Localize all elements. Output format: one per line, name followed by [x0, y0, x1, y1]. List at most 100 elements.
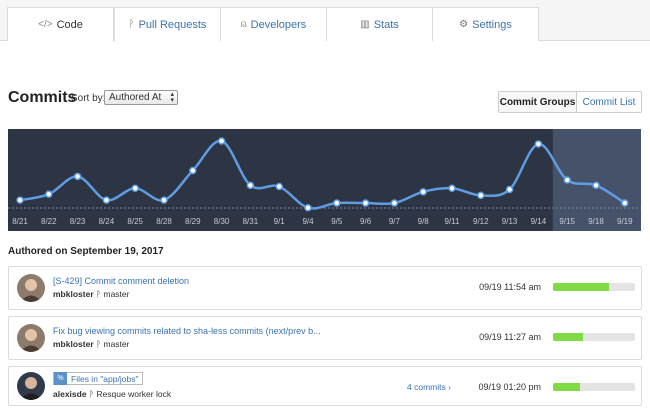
chart-tick-label: 8/25: [127, 217, 143, 226]
branch-icon: ᚹ: [88, 389, 95, 399]
chart-point: [102, 196, 111, 204]
commits-count-link[interactable]: 4 commits ›: [407, 382, 451, 392]
commit-message-link[interactable]: [S-429] Commit comment deletion: [53, 276, 189, 286]
author-name: mbkloster: [53, 339, 94, 349]
code-icon: </>: [38, 19, 53, 30]
tab-bar: </> Code ᚹ Pull Requests ⍝ Developers ▥ …: [0, 0, 650, 42]
chart-point: [333, 199, 341, 207]
user-icon: ⍝: [240, 19, 247, 30]
commit-groups-button[interactable]: Commit Groups: [498, 91, 577, 113]
tab-label: Code: [56, 18, 83, 31]
progress-fill: [553, 283, 609, 291]
chart-tick-label: 9/18: [588, 217, 604, 226]
chart-point: [160, 196, 168, 204]
branch-icon: ᚹ: [96, 339, 102, 349]
chart-point: [419, 188, 427, 196]
tab-settings[interactable]: ⚙ Settings: [432, 7, 539, 41]
files-group-label: Files in "app/jobs": [71, 373, 139, 384]
progress-bar: [553, 333, 635, 341]
progress-fill: [553, 383, 581, 391]
chart-tick-label: 9/7: [389, 217, 401, 226]
sort-select[interactable]: Authored At ▴ ▾: [104, 90, 178, 105]
commit-group-row[interactable]: % Files in "app/jobs" alexisde ᚹ Resque …: [8, 366, 642, 406]
commit-message-link[interactable]: Fix bug viewing commits related to sha-l…: [53, 326, 321, 336]
sort-value: Authored At: [109, 92, 162, 103]
tab-code[interactable]: </> Code: [7, 7, 114, 42]
branch-name: master: [103, 289, 130, 299]
pull-request-icon: ᚹ: [128, 19, 135, 30]
chart-point: [592, 181, 600, 190]
chart-tick-label: 9/12: [473, 217, 489, 226]
commit-chart: 8/21 8/22 8/23 8/24 8/25 8/28 8/29 8/30 8/31 9/1 9…: [8, 129, 641, 231]
tab-label: Developers: [250, 18, 307, 31]
file-group-icon: %: [54, 372, 67, 385]
chart-tick-label: 8/21: [12, 217, 28, 226]
avatar: [17, 372, 45, 400]
chart-point: [361, 199, 370, 207]
chart-background: [8, 129, 641, 231]
branch-name: Resque worker lock: [96, 389, 172, 399]
commit-time: 09/19 11:54 am: [479, 282, 541, 292]
chart-point: [534, 140, 543, 148]
tab-label: Stats: [373, 18, 399, 31]
chart-tick-label: 9/13: [502, 217, 518, 226]
chart-tick-label: 8/28: [156, 217, 172, 226]
chart-point: [217, 137, 226, 145]
chart-tick-label: 9/1: [274, 217, 286, 226]
commit-row[interactable]: [S-429] Commit comment deletion mbkloste…: [8, 266, 642, 310]
chart-point: [477, 191, 485, 200]
chart-point: [45, 190, 53, 198]
chart-tick-label: 9/15: [559, 217, 575, 226]
tab-label: Pull Requests: [138, 18, 207, 31]
chart-tick-label: 9/11: [445, 217, 461, 226]
tab-pull-requests[interactable]: ᚹ Pull Requests: [114, 7, 221, 41]
chart-tick-label: 9/6: [360, 217, 372, 226]
chart-tick-label: 9/8: [418, 217, 430, 226]
commit-time: 09/19 11:27 am: [479, 332, 541, 342]
chart-tick-label: 8/23: [70, 217, 86, 226]
tab-developers[interactable]: ⍝ Developers: [220, 7, 327, 41]
avatar: [17, 324, 45, 352]
gear-icon: ⚙: [459, 19, 469, 30]
commit-author: alexisde ᚹ Resque worker lock: [53, 389, 171, 399]
tab-stats[interactable]: ▥ Stats: [326, 7, 433, 41]
commit-chart-svg: 8/21 8/22 8/23 8/24 8/25 8/28 8/29 8/30 8/31 9/1 9…: [8, 129, 641, 231]
author-name: alexisde: [53, 389, 87, 399]
chart-point: [131, 184, 139, 193]
chart-point: [448, 184, 456, 193]
progress-fill: [553, 333, 584, 341]
files-group-link[interactable]: % Files in "app/jobs": [53, 372, 144, 385]
section-title: Authored on September 19, 2017: [8, 246, 164, 257]
commit-author: mbkloster ᚹ master: [53, 289, 129, 299]
chart-tick-label: 8/29: [185, 217, 201, 226]
chart-tick-label: 9/5: [331, 217, 343, 226]
commit-row[interactable]: Fix bug viewing commits related to sha-l…: [8, 316, 642, 360]
chart-tick-label: 8/30: [214, 217, 230, 226]
chart-tick-label: 9/4: [302, 217, 314, 226]
chart-tick-label: 8/22: [41, 217, 57, 226]
chart-tick-label: 8/31: [243, 217, 259, 226]
chart-point: [621, 199, 629, 207]
tab-label: Settings: [472, 18, 512, 31]
progress-bar: [553, 383, 635, 391]
branch-name: master: [103, 339, 130, 349]
bar-chart-icon: ▥: [360, 19, 370, 30]
chart-tick-label: 9/19: [617, 217, 633, 226]
progress-bar: [553, 283, 635, 291]
select-arrows-icon: ▴ ▾: [170, 90, 174, 104]
chart-point: [246, 181, 255, 190]
commit-list-button[interactable]: Commit List: [576, 91, 642, 113]
chart-point: [189, 166, 197, 175]
chart-point: [390, 199, 399, 207]
chart-point: [563, 176, 571, 184]
sort-label: Sort by:: [71, 93, 106, 104]
chart-point: [304, 204, 312, 212]
commit-time: 09/19 01:20 pm: [478, 382, 541, 392]
author-name: mbkloster: [53, 289, 94, 299]
chart-point: [73, 172, 82, 181]
commit-author: mbkloster ᚹ master: [53, 339, 129, 349]
chart-point: [275, 182, 283, 191]
chart-tick-label: 8/24: [99, 217, 115, 226]
branch-icon: ᚹ: [96, 289, 102, 299]
avatar: [17, 274, 45, 302]
